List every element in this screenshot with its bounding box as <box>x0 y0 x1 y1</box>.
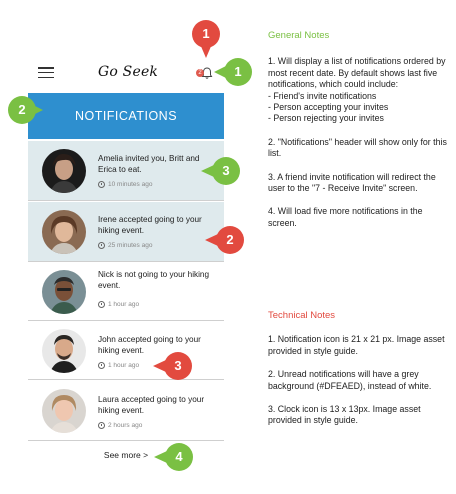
general-notes: General Notes 1. Will display a list of … <box>268 30 450 229</box>
callout-marker: 3 <box>164 352 192 380</box>
callout-marker: 3 <box>212 157 240 185</box>
general-note-4: 4. Will load five more notifications in … <box>268 206 423 228</box>
general-note-3: 3. A friend invite notification will red… <box>268 171 436 194</box>
technical-notes: Technical Notes 1. Notification icon is … <box>268 310 450 427</box>
callout-marker: 1 <box>224 58 252 86</box>
technical-note-3: 3. Clock icon is 13 x 13px. Image asset … <box>268 404 421 426</box>
callout-marker: 1 <box>192 20 220 48</box>
callout-marker: 4 <box>165 443 193 471</box>
general-note-2: 2. "Notifications" header will show only… <box>268 136 447 159</box>
technical-note-1: 1. Notification icon is 21 x 21 px. Imag… <box>268 334 445 356</box>
callout-marker: 2 <box>8 96 36 124</box>
technical-notes-heading: Technical Notes <box>268 310 336 321</box>
callout-marker: 2 <box>216 226 244 254</box>
general-note-1: 1. Will display a list of notifications … <box>268 56 446 124</box>
general-notes-heading: General Notes <box>268 30 330 41</box>
technical-note-2: 2. Unread notifications will have a grey… <box>268 369 432 391</box>
